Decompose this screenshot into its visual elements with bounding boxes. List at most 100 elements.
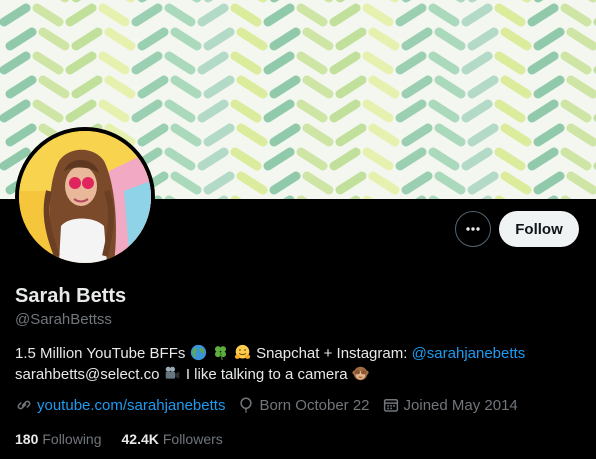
avatar[interactable]: [15, 127, 155, 267]
following-count: 180: [15, 431, 39, 447]
banner-brush-stroke: [467, 75, 499, 99]
banner-brush-stroke: [296, 99, 328, 123]
banner-brush-stroke: [137, 75, 169, 99]
banner-brush-stroke: [164, 99, 196, 123]
banner-brush-stroke: [38, 27, 70, 51]
birthday-text: Born October 22: [259, 396, 370, 414]
banner-brush-stroke: [170, 123, 202, 147]
banner-brush-stroke: [434, 123, 466, 147]
banner-brush-stroke: [131, 99, 163, 123]
banner-brush-stroke: [263, 147, 295, 171]
banner-brush-stroke: [533, 75, 565, 99]
banner-brush-stroke: [170, 75, 202, 99]
banner-brush-stroke: [494, 3, 526, 27]
banner-brush-stroke: [32, 99, 64, 123]
banner-brush-stroke: [467, 123, 499, 147]
banner-brush-stroke: [401, 171, 433, 195]
website-link[interactable]: youtube.com/sarahjanebetts: [37, 397, 225, 414]
banner-brush-stroke: [65, 99, 97, 123]
banner-brush-stroke: [236, 27, 268, 51]
banner-brush-stroke: [494, 99, 526, 123]
banner-brush-stroke: [560, 3, 592, 27]
banner-brush-stroke: [461, 99, 493, 123]
banner-brush-stroke: [461, 51, 493, 75]
banner-brush-stroke: [230, 147, 262, 171]
banner-brush-stroke: [362, 99, 394, 123]
banner-brush-stroke: [197, 3, 229, 27]
banner-brush-stroke: [65, 51, 97, 75]
banner-brush-stroke: [170, 171, 202, 195]
banner-brush-stroke: [527, 147, 559, 171]
banner-brush-stroke: [296, 3, 328, 27]
movie-camera-emoji: [165, 366, 179, 379]
hugging-face-emoji: [234, 344, 251, 359]
banner-brush-stroke: [98, 99, 130, 123]
banner-brush-stroke: [269, 171, 301, 195]
banner-brush-stroke: [296, 51, 328, 75]
banner-brush-stroke: [236, 123, 268, 147]
banner-brush-stroke: [164, 51, 196, 75]
banner-brush-stroke: [428, 3, 460, 27]
banner-brush-stroke: [467, 171, 499, 195]
following-link[interactable]: 180 Following: [15, 431, 102, 447]
followers-link[interactable]: 42.4K Followers: [122, 431, 223, 447]
followers-count: 42.4K: [121, 431, 159, 447]
banner-brush-stroke: [104, 75, 136, 99]
profile-meta: youtube.com/sarahjanebetts Born October …: [15, 395, 530, 415]
bio-text-camera: I like talking to a camera: [185, 366, 348, 383]
banner-brush-stroke: [560, 99, 592, 123]
banner-brush-stroke: [527, 51, 559, 75]
banner-brush-stroke: [428, 147, 460, 171]
more-options-button[interactable]: [455, 211, 491, 247]
banner-brush-stroke: [269, 27, 301, 51]
follow-button[interactable]: Follow: [499, 211, 579, 247]
banner-brush-stroke: [461, 3, 493, 27]
banner-brush-stroke: [5, 75, 37, 99]
banner-brush-stroke: [32, 3, 64, 27]
banner-brush-stroke: [401, 75, 433, 99]
banner-brush-stroke: [203, 123, 235, 147]
banner-brush-stroke: [566, 75, 596, 99]
banner-brush-stroke: [170, 27, 202, 51]
banner-brush-stroke: [203, 171, 235, 195]
banner-brush-stroke: [263, 51, 295, 75]
banner-brush-stroke: [32, 51, 64, 75]
banner-brush-stroke: [65, 3, 97, 27]
banner-brush-stroke: [362, 51, 394, 75]
banner-brush-stroke: [71, 75, 103, 99]
banner-brush-stroke: [560, 147, 592, 171]
banner-brush-stroke: [494, 51, 526, 75]
banner-brush-stroke: [230, 99, 262, 123]
display-name: Sarah Betts: [15, 285, 127, 307]
joined-text: Joined May 2014: [403, 396, 518, 414]
banner-brush-stroke: [5, 123, 37, 147]
banner-brush-stroke: [560, 51, 592, 75]
banner-brush-stroke: [296, 147, 328, 171]
banner-brush-stroke: [533, 123, 565, 147]
banner-brush-stroke: [329, 99, 361, 123]
bio-line-1: 1.5 Million YouTube BFFs Snapchat + Inst…: [15, 343, 585, 364]
banner-brush-stroke: [197, 147, 229, 171]
bio-text-snapchat: Snapchat + Instagram:: [256, 345, 408, 362]
banner-brush-stroke: [230, 3, 262, 27]
banner-brush-stroke: [368, 123, 400, 147]
banner-brush-stroke: [395, 3, 427, 27]
avatar-photo: [19, 131, 151, 263]
banner-brush-stroke: [329, 3, 361, 27]
joined-item: Joined May 2014: [382, 396, 518, 414]
banner-brush-stroke: [203, 27, 235, 51]
following-label: Following: [42, 431, 102, 447]
balloon-icon: [240, 397, 253, 414]
banner-brush-stroke: [302, 123, 334, 147]
bio-mention-link[interactable]: @sarahjanebetts: [412, 345, 526, 362]
banner-brush-stroke: [329, 147, 361, 171]
website-item[interactable]: youtube.com/sarahjanebetts: [15, 396, 225, 414]
banner-brush-stroke: [362, 3, 394, 27]
banner-brush-stroke: [302, 75, 334, 99]
banner-brush-stroke: [395, 99, 427, 123]
banner-brush-stroke: [368, 171, 400, 195]
followers-label: Followers: [162, 431, 223, 447]
banner-brush-stroke: [368, 75, 400, 99]
banner-brush-stroke: [197, 99, 229, 123]
banner-brush-stroke: [566, 171, 596, 195]
